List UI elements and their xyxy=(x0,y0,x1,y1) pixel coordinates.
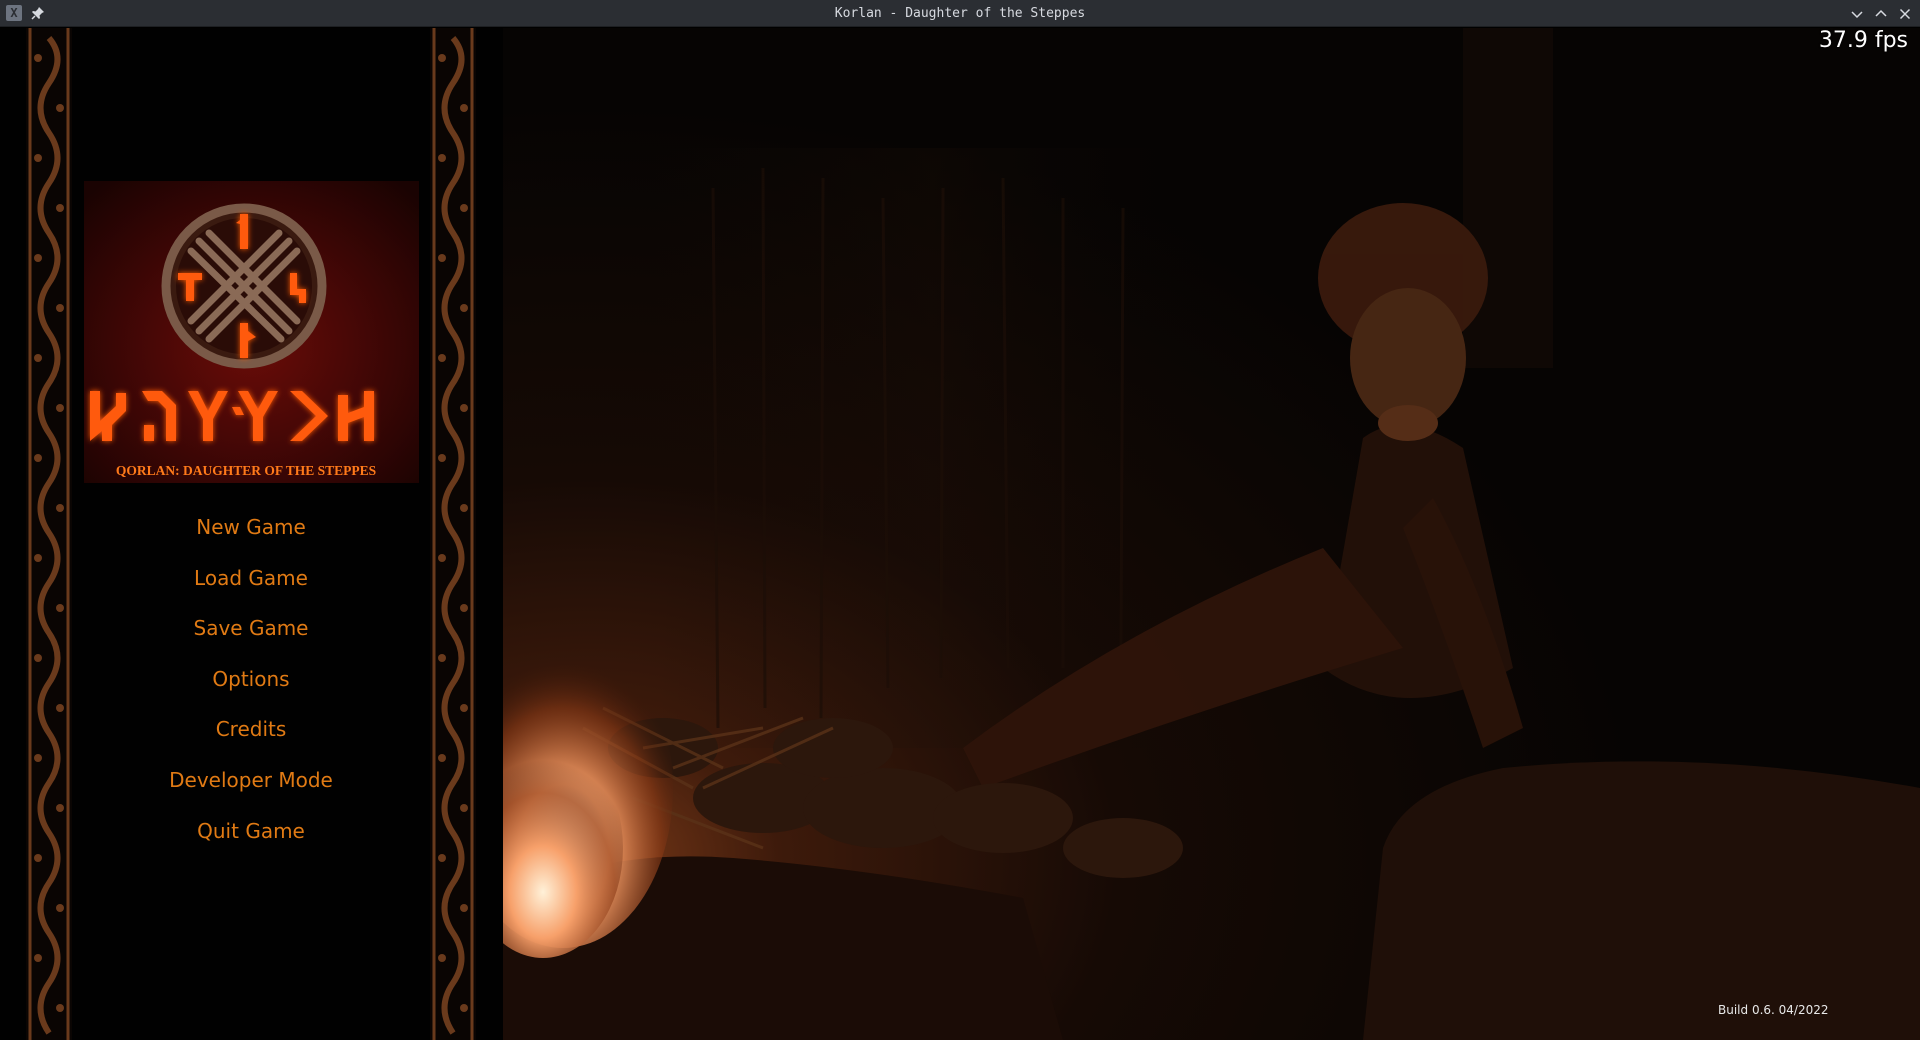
game-logo: QORLAN: DAUGHTER OF THE STEPPES xyxy=(84,181,419,483)
campfire-scene-background xyxy=(503,28,1920,1040)
quit-game-button[interactable]: Quit Game xyxy=(72,806,430,857)
window-title: Korlan - Daughter of the Steppes xyxy=(834,6,1086,21)
close-icon[interactable] xyxy=(1895,4,1915,24)
window-titlebar: X Korlan - Daughter of the Steppes xyxy=(0,0,1920,27)
options-button[interactable]: Options xyxy=(72,654,430,705)
app-icon[interactable]: X xyxy=(6,5,22,21)
minimize-icon[interactable] xyxy=(1847,4,1867,24)
load-game-button[interactable]: Load Game xyxy=(72,553,430,604)
game-viewport: QORLAN: DAUGHTER OF THE STEPPES New Game… xyxy=(0,28,1920,1040)
main-menu-panel: QORLAN: DAUGHTER OF THE STEPPES New Game… xyxy=(0,28,503,1040)
shield-emblem-icon xyxy=(161,203,327,369)
save-game-button[interactable]: Save Game xyxy=(72,603,430,654)
left-ornamental-border xyxy=(26,28,72,1040)
credits-button[interactable]: Credits xyxy=(72,704,430,755)
new-game-button[interactable]: New Game xyxy=(72,502,430,553)
fps-counter: 37.9 fps xyxy=(1818,28,1908,53)
right-ornamental-border xyxy=(430,28,476,1040)
build-version-label: Build 0.6. 04/2022 xyxy=(1718,1003,1829,1017)
logo-subtitle: QORLAN: DAUGHTER OF THE STEPPES xyxy=(116,463,376,478)
maximize-icon[interactable] xyxy=(1871,4,1891,24)
pin-icon[interactable] xyxy=(30,5,46,21)
main-menu: New Game Load Game Save Game Options Cre… xyxy=(72,502,430,856)
developer-mode-button[interactable]: Developer Mode xyxy=(72,755,430,806)
